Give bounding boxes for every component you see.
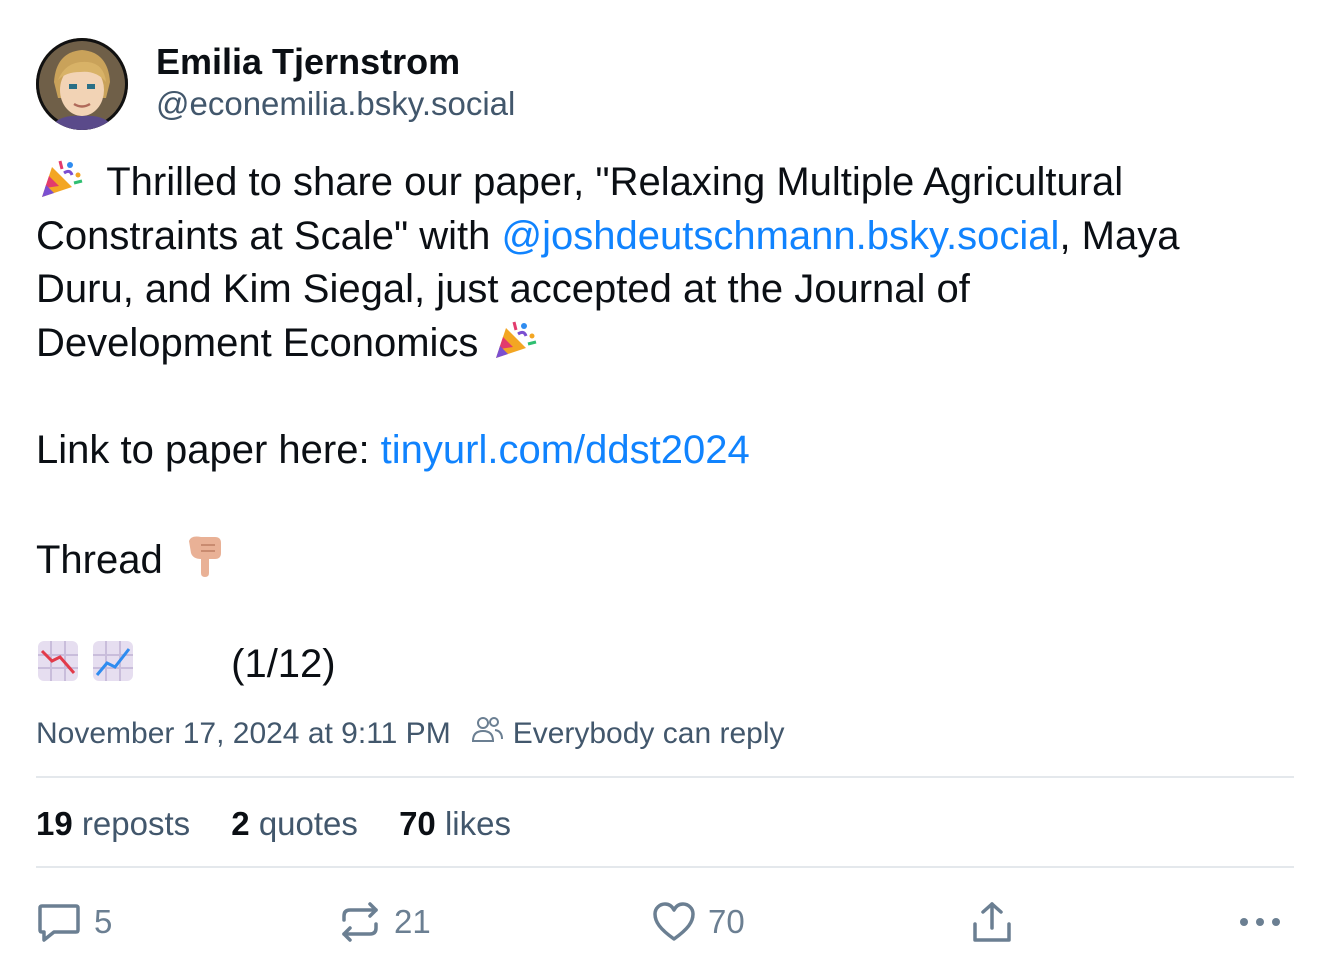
paper-link-prefix: Link to paper here:: [36, 427, 381, 472]
quotes-label: quotes: [258, 805, 358, 842]
post-text: Thrilled to share our paper, "Relaxing M…: [36, 156, 1296, 691]
post-timestamp[interactable]: November 17, 2024 at 9:11 PM: [36, 714, 451, 754]
post-line-1-text: Thrilled to share our paper, "Relaxing M…: [106, 160, 1124, 204]
reply-count: 5: [94, 903, 113, 940]
pointing-down-icon: [185, 531, 229, 579]
charts-line: (1/12): [36, 638, 1296, 692]
avatar-icon: [36, 38, 128, 130]
reply-icon: [38, 904, 80, 942]
post-meta: November 17, 2024 at 9:11 PM Everybody c…: [36, 714, 785, 754]
ellipsis-icon: [1240, 918, 1280, 926]
party-popper-icon: [490, 318, 538, 362]
author-handle[interactable]: @econemilia.bsky.social: [156, 84, 515, 124]
quotes-stat[interactable]: 2 quotes: [231, 804, 358, 844]
post-line-4-text: Development Economics: [36, 320, 479, 365]
divider: [36, 776, 1294, 778]
reply-button[interactable]: 5: [36, 898, 112, 946]
post-line-3: Duru, and Kim Siegal, just accepted at t…: [36, 267, 970, 311]
repost-count: 21: [394, 903, 431, 940]
like-button[interactable]: 70: [652, 898, 745, 946]
post-actions: 5 21 70: [36, 898, 1296, 946]
post-line-1: Thrilled to share our paper, "Relaxing M…: [36, 156, 1296, 210]
paper-link-line: Link to paper here: tinyurl.com/ddst2024: [36, 424, 1296, 478]
reposts-label: reposts: [81, 805, 191, 842]
repost-icon: [342, 902, 378, 942]
share-icon: [973, 902, 1011, 942]
reposts-stat[interactable]: 19 reposts: [36, 804, 190, 844]
likes-label: likes: [444, 805, 511, 842]
heart-icon: [653, 902, 695, 941]
thread-line: Thread: [36, 531, 1296, 585]
post-line-2-prefix: Constraints at Scale" with: [36, 213, 502, 258]
divider: [36, 866, 1294, 868]
thread-count: (1/12): [231, 641, 336, 686]
thread-label: Thread: [36, 537, 163, 582]
post-stats: 19 reposts 2 quotes 70 likes: [36, 804, 543, 844]
post-line-4: Development Economics: [36, 317, 1296, 371]
avatar[interactable]: [36, 38, 128, 130]
post-line-2: Constraints at Scale" with @joshdeutschm…: [36, 210, 1296, 264]
reposts-count: 19: [36, 805, 73, 842]
people-icon: [471, 714, 503, 754]
quotes-count: 2: [231, 805, 250, 842]
likes-stat[interactable]: 70 likes: [399, 804, 511, 844]
paper-link[interactable]: tinyurl.com/ddst2024: [381, 428, 750, 472]
chart-decreasing-icon: [36, 639, 80, 683]
more-options-button[interactable]: [1238, 898, 1282, 946]
party-popper-icon: [36, 157, 84, 201]
like-count: 70: [708, 903, 745, 940]
repost-button[interactable]: 21: [338, 898, 431, 946]
reply-setting: Everybody can reply: [512, 717, 785, 750]
mention-link[interactable]: @joshdeutschmann.bsky.social: [502, 214, 1060, 258]
chart-increasing-icon: [91, 639, 135, 683]
display-name[interactable]: Emilia Tjernstrom: [156, 40, 515, 84]
share-button[interactable]: [970, 898, 1014, 946]
post-line-2-suffix: , Maya: [1059, 213, 1180, 258]
likes-count: 70: [399, 805, 436, 842]
